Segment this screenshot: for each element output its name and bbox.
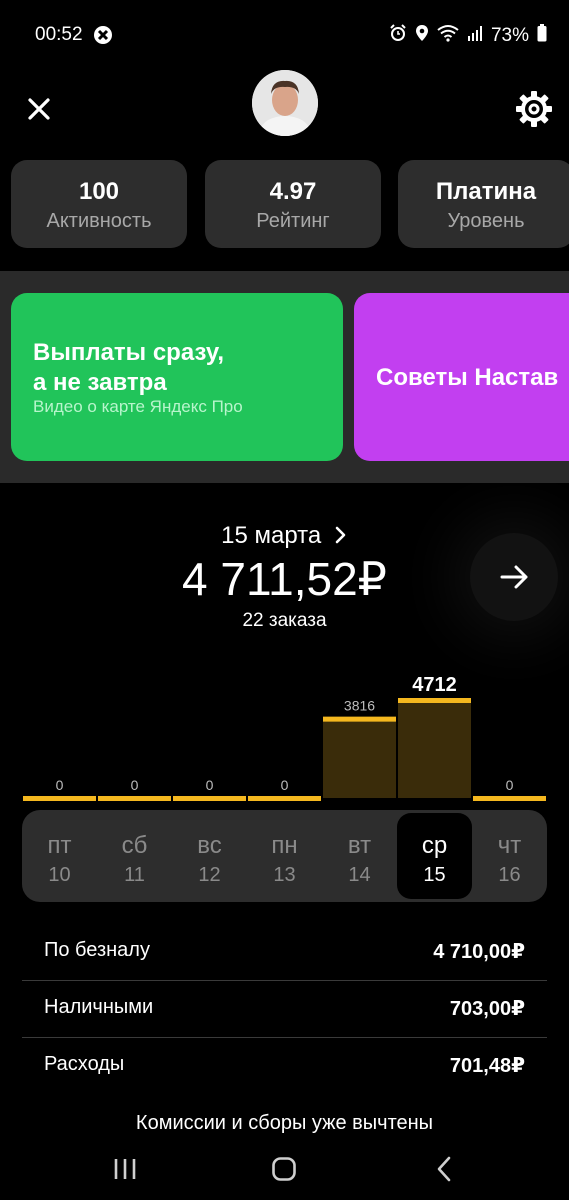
date-label: 15 марта <box>221 522 322 549</box>
day-selector: пт 10 сб 11 вс 12 пн 13 вт 14 ср 15 чт 16 <box>22 810 547 902</box>
settings-button[interactable] <box>515 90 553 128</box>
chart-bar[interactable] <box>23 796 96 801</box>
day-tab[interactable]: пн 13 <box>247 810 322 902</box>
day-date: 13 <box>273 864 296 886</box>
day-name: чт <box>497 832 522 859</box>
chart-value-label: 3816 <box>344 698 375 714</box>
day-tab[interactable]: вс 12 <box>172 810 247 902</box>
stat-activity[interactable]: 100 Активность <box>11 160 187 248</box>
battery-icon <box>537 24 547 48</box>
chart-bar[interactable] <box>98 796 171 801</box>
row-expenses: Расходы 701,48₽ <box>22 1037 547 1094</box>
home-button[interactable] <box>271 1156 297 1187</box>
row-value: 4 710,00₽ <box>433 941 525 963</box>
row-cashless: По безналу 4 710,00₽ <box>22 923 547 981</box>
row-label: Наличными <box>44 996 154 1018</box>
day-tab[interactable]: сб 11 <box>97 810 172 902</box>
promo-subtitle: Видео о карте Яндекс Про <box>33 397 243 416</box>
chart-value-label: 0 <box>506 777 514 793</box>
wifi-icon <box>437 24 459 48</box>
row-cash: Наличными 703,00₽ <box>22 980 547 1038</box>
row-value: 701,48₽ <box>449 1055 525 1077</box>
chart-bar[interactable] <box>398 698 471 703</box>
avatar[interactable] <box>252 70 318 136</box>
stat-rating[interactable]: 4.97 Рейтинг <box>205 160 381 248</box>
day-date: 11 <box>124 864 145 886</box>
promo-title: Выплаты сразу, а не завтра <box>33 339 225 396</box>
day-date: 15 <box>423 864 446 886</box>
close-button[interactable] <box>22 92 56 126</box>
day-name: пт <box>47 832 72 859</box>
app-notification-icon <box>93 25 113 45</box>
chart-bar[interactable] <box>248 796 321 801</box>
earnings-bar-chart: 0 0 0 0 3816 4712 0 <box>23 674 546 801</box>
day-name: ср <box>421 832 448 859</box>
status-time: 00:52 <box>35 24 83 45</box>
signal-icon <box>467 25 483 47</box>
recent-apps-button[interactable] <box>112 1156 138 1187</box>
user-photo-icon <box>252 70 318 136</box>
location-icon <box>415 24 429 48</box>
promo-title: Советы Настав <box>376 364 559 391</box>
chart-value-label: 0 <box>281 777 289 793</box>
chart-bar[interactable] <box>323 716 396 722</box>
day-tab[interactable]: ср 15 <box>397 813 472 899</box>
chevron-right-icon <box>335 526 346 544</box>
row-label: Расходы <box>44 1053 125 1075</box>
chart-bar[interactable] <box>173 796 246 801</box>
gear-icon <box>516 91 552 127</box>
fees-note: Комиссии и сборы уже вычтены <box>135 1112 434 1134</box>
row-value: 703,00₽ <box>449 998 525 1020</box>
day-name: пн <box>271 832 298 859</box>
chart-value-label: 0 <box>56 777 64 793</box>
next-button[interactable] <box>470 533 558 621</box>
chart-bar-fill <box>323 718 396 798</box>
arrow-right-icon <box>500 565 528 589</box>
promo-card-payouts[interactable]: Выплаты сразу, а не завтра Видео о карте… <box>11 293 343 461</box>
chart-bar-fill <box>398 700 471 798</box>
chart-value-label: 0 <box>206 777 214 793</box>
day-date: 10 <box>48 864 71 886</box>
day-name: вт <box>347 832 372 859</box>
day-tab[interactable]: пт 10 <box>22 810 97 902</box>
chart-value-label: 4712 <box>412 674 457 696</box>
chart-bar[interactable] <box>473 796 546 801</box>
day-tab[interactable]: чт 16 <box>472 810 547 902</box>
stat-label: Рейтинг <box>256 210 330 232</box>
system-nav-bar <box>0 1140 569 1200</box>
status-icons: 73% <box>389 24 547 48</box>
back-icon <box>437 1156 451 1182</box>
day-date: 16 <box>498 864 521 886</box>
stat-label: Уровень <box>447 210 525 232</box>
day-date: 14 <box>348 864 371 886</box>
close-icon <box>28 98 50 120</box>
day-name: сб <box>121 832 148 859</box>
promo-card-tips[interactable]: Советы Настав <box>354 293 569 461</box>
day-date: 12 <box>198 864 221 886</box>
back-button[interactable] <box>432 1156 458 1187</box>
stat-value: 4.97 <box>269 178 317 205</box>
stat-value: 100 <box>78 178 120 205</box>
row-label: По безналу <box>44 939 150 961</box>
battery-percent: 73% <box>490 25 529 46</box>
stat-level[interactable]: Платина Уровень <box>398 160 569 248</box>
alarm-icon <box>389 24 407 48</box>
day-tab[interactable]: вт 14 <box>322 810 397 902</box>
chart-value-label: 0 <box>131 777 139 793</box>
stat-label: Активность <box>46 210 152 232</box>
home-icon <box>272 1157 296 1181</box>
stat-value: Платина <box>435 178 537 205</box>
day-name: вс <box>197 832 222 859</box>
recents-icon <box>114 1159 136 1179</box>
